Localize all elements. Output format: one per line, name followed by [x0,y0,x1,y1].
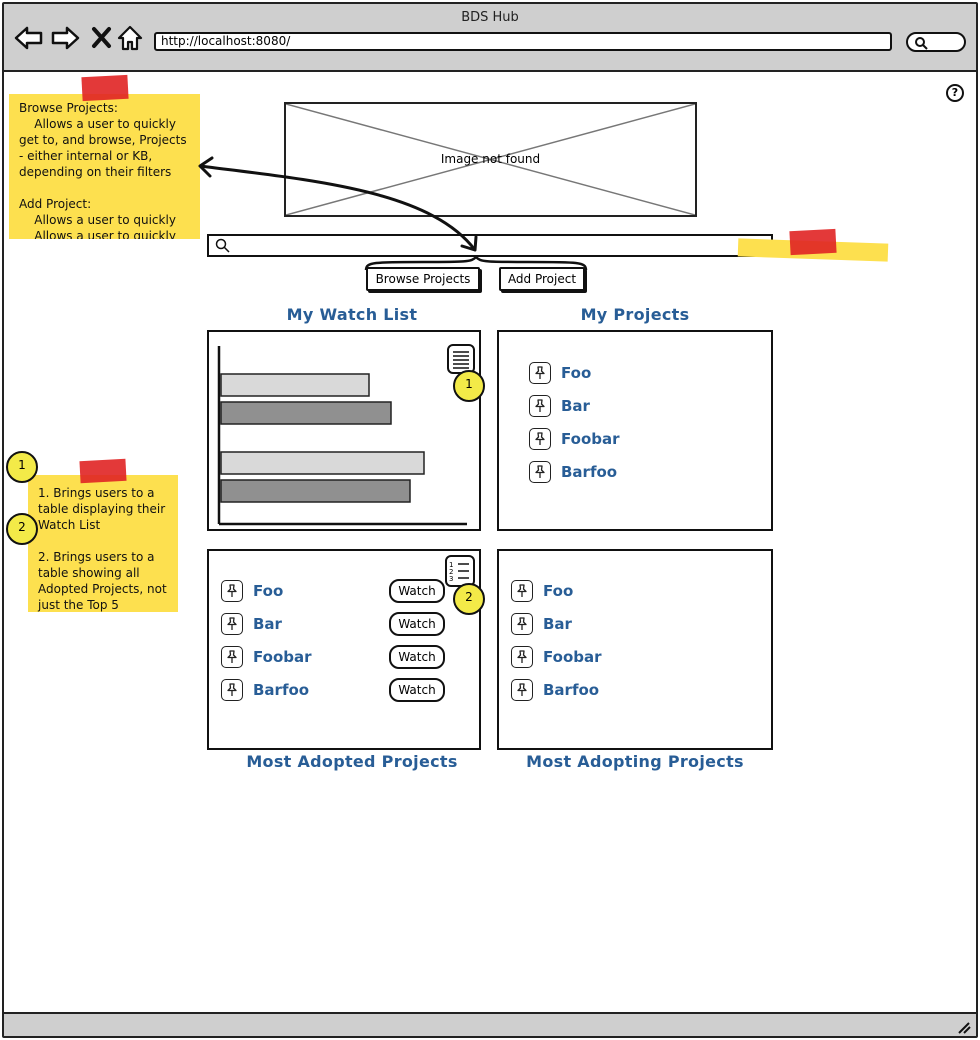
watch-list-panel [207,330,481,531]
resize-grip-icon[interactable] [956,1020,972,1034]
chart-bar [220,401,392,425]
chart-bar [220,479,411,503]
most-adopted-panel: Foo Watch Bar Watch Foobar Watch Barfoo Watch 1… [207,549,481,750]
watch-button[interactable]: Watch [389,612,445,636]
note-line: get to, and browse, Projects [19,133,187,147]
note-line: Allows a user to quickly [19,213,176,227]
project-link[interactable]: Barfoo [561,460,617,484]
project-link[interactable]: Foobar [561,427,620,451]
pin-icon[interactable] [511,646,533,668]
note-line: table showing all [38,566,140,580]
note-line [19,180,190,196]
forward-arrow-icon[interactable] [50,24,80,52]
pin-icon[interactable] [221,679,243,701]
sticky-note-top: Browse Projects: Allows a user to quickl… [9,94,200,239]
project-link[interactable]: Foobar [253,645,312,669]
project-link[interactable]: Foo [253,579,283,603]
pin-icon[interactable] [221,580,243,602]
project-link[interactable]: Foo [543,579,573,603]
window-title: BDS Hub [461,10,519,25]
my-projects-heading: My Projects [580,305,690,324]
note-line: depending on their filters [19,165,172,179]
note-line: just the Top 5 [38,598,119,612]
watch-button[interactable]: Watch [389,645,445,669]
pin-icon[interactable] [511,580,533,602]
project-link[interactable]: Bar [561,394,590,418]
annotation-badge-2: 2 [6,513,38,545]
note-line: Allows a user to quickly [19,117,176,131]
annotation-badge-1: 1 [6,451,38,483]
project-link[interactable]: Barfoo [253,678,309,702]
help-icon[interactable]: ? [946,84,964,102]
pin-icon[interactable] [221,613,243,635]
pin-icon[interactable] [511,613,533,635]
project-link[interactable]: Barfoo [543,678,599,702]
annotation-brace [364,256,588,271]
watch-button[interactable]: Watch [389,579,445,603]
pin-icon[interactable] [511,679,533,701]
svg-text:3: 3 [449,575,453,583]
annotation-arrow [198,156,478,252]
project-link[interactable]: Bar [253,612,282,636]
address-bar[interactable]: http://localhost:8080/ [154,32,892,51]
annotation-badge-1: 1 [453,370,485,402]
sticky-note-side: 1. Brings users to a table displaying the… [28,475,178,612]
note-line: Add Project: [19,197,92,211]
tape-strip [789,228,837,256]
pin-icon[interactable] [529,461,551,483]
chart-bar [220,373,370,397]
project-link[interactable]: Foo [561,361,591,385]
status-bar [4,1012,976,1036]
project-link[interactable]: Bar [543,612,572,636]
note-line: table displaying their [38,502,166,516]
chart-bar [220,451,425,475]
note-line: Adopted Projects, not [38,582,167,596]
pin-icon[interactable] [529,428,551,450]
annotation-badge-2: 2 [453,583,485,615]
note-line: Browse Projects: [19,101,118,115]
pin-icon[interactable] [529,362,551,384]
search-icon [915,37,928,50]
most-adopting-panel: Foo Bar Foobar Barfoo [497,549,773,750]
note-line: Watch List [38,518,101,532]
tape-strip [81,74,129,102]
note-line [38,533,168,549]
my-projects-panel: Foo Bar Foobar Barfoo [497,330,773,531]
watch-button[interactable]: Watch [389,678,445,702]
note-line: - either internal or KB, [19,149,153,163]
watch-list-chart[interactable] [209,332,479,529]
tape-strip [79,458,127,484]
browser-search-box[interactable] [906,32,966,52]
most-adopted-heading: Most Adopted Projects [246,752,458,771]
note-line: 1. Brings users to a [38,486,155,500]
stop-icon[interactable] [90,24,118,52]
watch-list-heading: My Watch List [286,305,418,324]
pin-icon[interactable] [221,646,243,668]
pin-icon[interactable] [529,395,551,417]
back-arrow-icon[interactable] [14,24,43,52]
project-link[interactable]: Foobar [543,645,602,669]
home-icon[interactable] [116,24,144,52]
note-line: Allows a user to quickly [19,229,176,239]
note-line: 2. Brings users to a [38,550,155,564]
most-adopting-heading: Most Adopting Projects [526,752,744,771]
